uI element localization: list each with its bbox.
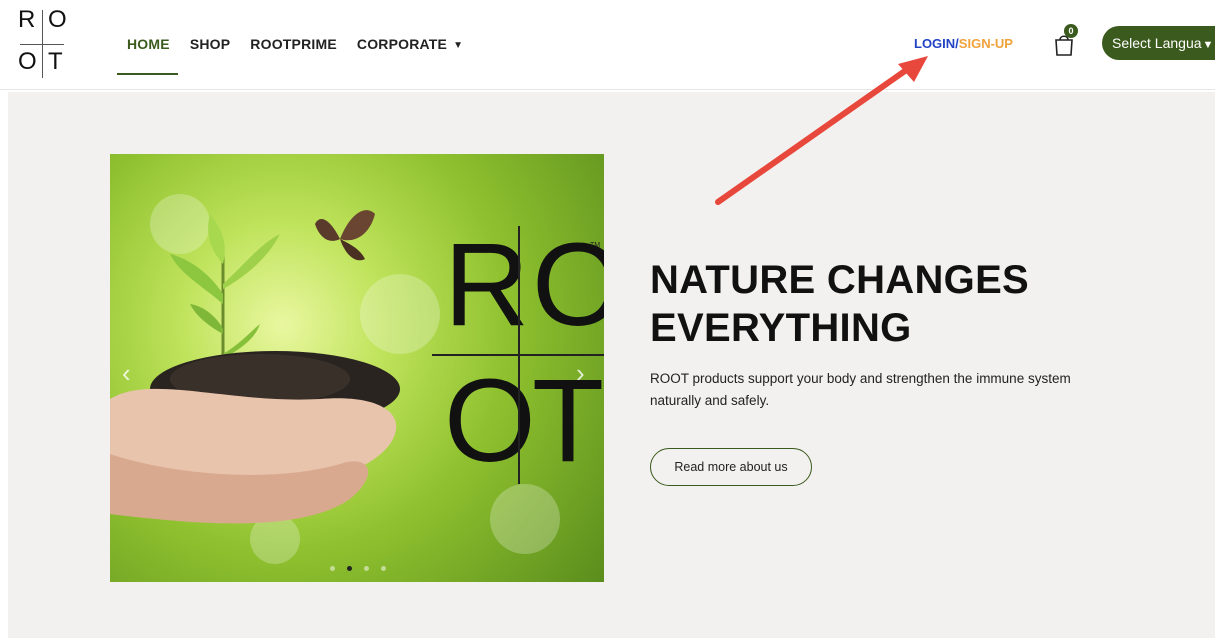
caret-down-icon: ▼ — [1202, 39, 1214, 51]
logo-letter-t: T — [48, 48, 63, 75]
nav-item-corporate[interactable]: CORPORATE ▼ — [357, 36, 463, 52]
nav-item-shop[interactable]: SHOP — [190, 36, 230, 52]
logo-letter-o-top: O — [48, 6, 67, 33]
site-header: R O O T HOME SHOP ROOTPRIME CORPORATE ▼ L… — [0, 0, 1215, 90]
nav-active-underline — [117, 73, 178, 75]
language-select[interactable]: Select Langua▼ — [1102, 26, 1215, 60]
hero-title-line-2: EVERYTHING — [650, 306, 912, 350]
slider-logo-horizontal-line — [432, 354, 604, 356]
hero-description-line-2: naturally and safely. — [650, 392, 770, 408]
read-more-button[interactable]: Read more about us — [650, 448, 812, 486]
slider-prev-arrow-icon[interactable]: ‹ — [122, 358, 131, 389]
slider-dot-3[interactable] — [364, 566, 369, 571]
hero-description-line-1: ROOT products support your body and stre… — [650, 371, 1071, 386]
main-nav: HOME SHOP ROOTPRIME CORPORATE ▼ — [127, 36, 463, 52]
trademark-symbol: TM — [590, 242, 601, 249]
slider-dot-4[interactable] — [381, 566, 386, 571]
annotation-arrow — [715, 56, 928, 205]
slider-logo-letter-r: R — [444, 219, 530, 351]
slider-logo-letter-t: T — [532, 355, 604, 487]
hero-title: NATURE CHANGES EVERYTHING — [650, 256, 1080, 352]
login-link[interactable]: LOGIN — [914, 36, 955, 51]
hero-description: ROOT products support your body and stre… — [650, 368, 1110, 411]
nav-item-rootprime[interactable]: ROOTPRIME — [250, 36, 337, 52]
login-signup-link[interactable]: LOGIN/SIGN-UP — [914, 36, 1013, 51]
slider-next-arrow-icon[interactable]: › — [576, 358, 585, 389]
logo-horizontal-line — [20, 44, 64, 45]
slider-logo-letter-o-bottom: O — [444, 355, 536, 487]
slider-root-logo: R O O T TM — [432, 226, 604, 486]
nav-item-corporate-label: CORPORATE — [356, 36, 448, 52]
slider-dot-1[interactable] — [330, 566, 335, 571]
hero-title-line-1: NATURE CHANGES — [650, 258, 1030, 302]
language-select-label: Select Langua — [1112, 35, 1202, 51]
hero-slider[interactable]: R O O T TM ‹ › — [110, 154, 604, 582]
slider-dot-2[interactable] — [347, 566, 352, 571]
logo-letter-r: R — [18, 6, 36, 33]
slider-pagination — [330, 566, 386, 571]
root-logo[interactable]: R O O T — [18, 8, 68, 78]
caret-down-icon: ▼ — [453, 40, 464, 51]
cart-count-badge: 0 — [1064, 24, 1078, 38]
signup-link[interactable]: SIGN-UP — [959, 36, 1013, 51]
logo-letter-o-bottom: O — [18, 48, 37, 75]
nav-item-home[interactable]: HOME — [127, 36, 170, 52]
